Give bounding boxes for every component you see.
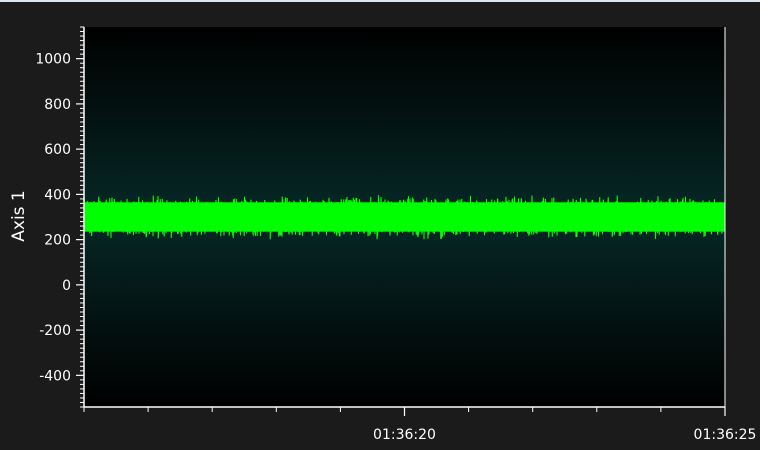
y-tick-labels: -400 -200 0 200 400 600 800 1000 xyxy=(35,52,71,385)
y-tick-label: 0 xyxy=(62,278,71,294)
chart-window: -400 -200 0 200 400 600 800 1000 01:36:20 01:36:… xyxy=(0,0,760,450)
y-axis-title: Axis 1 xyxy=(9,190,29,242)
y-tick-label: 400 xyxy=(44,187,71,203)
x-tick-label: 01:36:20 xyxy=(373,427,436,443)
x-tick-labels: 01:36:20 01:36:25 xyxy=(373,427,756,443)
y-tick-label: -400 xyxy=(39,368,71,384)
y-tick-label: 800 xyxy=(44,97,71,113)
x-ticks xyxy=(83,407,726,416)
series-core xyxy=(84,202,725,232)
y-tick-label: -200 xyxy=(39,323,71,339)
y-tick-label: 200 xyxy=(44,233,71,249)
y-tick-label: 600 xyxy=(44,142,71,158)
x-tick-label: 01:36:25 xyxy=(694,427,757,443)
line-chart: -400-20002004006008001000 01:36:20 01:36:… xyxy=(9,26,756,443)
y-tick-label: 1000 xyxy=(35,52,71,68)
